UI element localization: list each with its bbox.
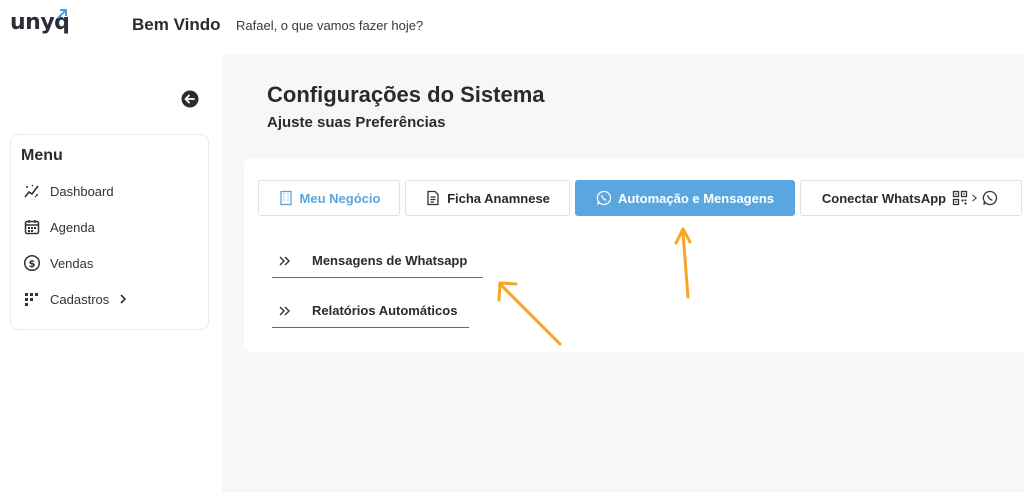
document-icon: [427, 190, 439, 206]
tab-label: Ficha Anamnese: [447, 190, 550, 206]
tab-label: Automação e Mensagens: [617, 190, 775, 206]
tab-label: Meu Negócio: [299, 190, 381, 206]
svg-text:$: $: [29, 259, 36, 270]
grid-icon: [25, 293, 38, 306]
logo-arrow-icon: [57, 9, 67, 19]
main-content: Configurações do Sistema Ajuste suas Pre…: [222, 54, 1024, 492]
sidebar-item-label: Vendas: [50, 255, 94, 271]
calendar-icon: [24, 220, 40, 235]
dashboard-icon: [24, 184, 39, 198]
double-chevron-right-icon: [279, 256, 290, 265]
submenu-label: Mensagens de Whatsapp: [312, 253, 468, 268]
sidebar-item-label: Cadastros: [50, 291, 110, 307]
page-subtitle: Ajuste suas Preferências: [267, 114, 446, 131]
tab-meu-negocio[interactable]: Meu Negócio: [258, 180, 400, 216]
sidebar-item-dashboard[interactable]: Dashboard: [23, 180, 114, 202]
dollar-icon: $: [23, 254, 41, 272]
chevron-right-icon: [120, 294, 127, 304]
whatsapp-icon: [596, 190, 612, 206]
qrcode-icon: [952, 190, 968, 206]
top-header: unyq Bem Vindo Rafael, o que vamos fazer…: [0, 0, 1024, 54]
submenu-label: Relatórios Automáticos: [312, 303, 458, 318]
tab-label: Conectar WhatsApp: [821, 190, 947, 206]
sidebar-item-label: Dashboard: [50, 183, 114, 199]
whatsapp-icon: [982, 190, 998, 206]
page-title: Configurações do Sistema: [267, 82, 545, 107]
sidebar-item-vendas[interactable]: $ Vendas: [23, 252, 93, 274]
tab-automacao-mensagens[interactable]: Automação e Mensagens: [575, 180, 795, 216]
sidebar-item-agenda[interactable]: Agenda: [23, 216, 95, 238]
welcome-subtitle: Rafael, o que vamos fazer hoje?: [236, 18, 424, 33]
collapse-sidebar-icon[interactable]: [181, 90, 199, 108]
building-icon: [279, 190, 292, 206]
submenu-item-relatorios-automaticos[interactable]: Relatórios Automáticos: [272, 294, 469, 328]
tab-conectar-whatsapp[interactable]: Conectar WhatsApp: [800, 180, 1022, 216]
double-chevron-right-icon: [279, 306, 290, 315]
sidebar-item-label: Agenda: [50, 219, 95, 235]
tab-icon-group: [952, 190, 1000, 206]
menu-card: Menu Dashboard Agenda $ Vendas Cadastros: [10, 134, 209, 330]
settings-panel: Meu Negócio Ficha Anamnese Automação e M…: [244, 158, 1024, 352]
welcome-title: Bem Vindo: [132, 15, 221, 34]
sidebar: Menu Dashboard Agenda $ Vendas Cadastros: [0, 54, 222, 492]
menu-title: Menu: [21, 147, 63, 164]
submenu-item-mensagens-whatsapp[interactable]: Mensagens de Whatsapp: [272, 244, 483, 278]
sidebar-item-cadastros[interactable]: Cadastros: [23, 288, 138, 310]
tab-ficha-anamnese[interactable]: Ficha Anamnese: [405, 180, 570, 216]
chevron-right-icon: [972, 194, 978, 202]
